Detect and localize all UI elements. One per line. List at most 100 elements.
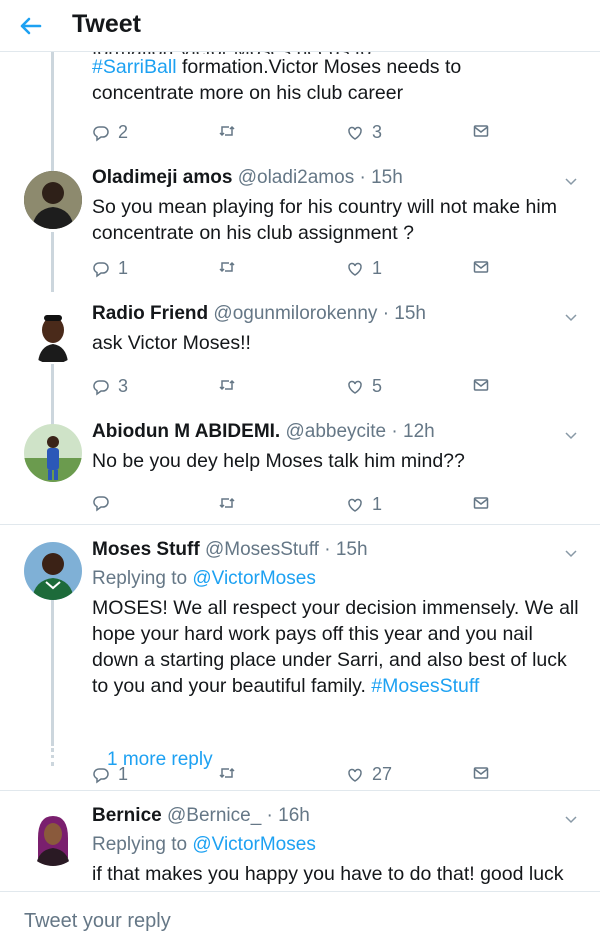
tweet-author[interactable]: Moses Stuff @MosesStuff · 15h: [92, 538, 580, 562]
retweet-icon: [219, 379, 235, 391]
reply-count: 2: [118, 122, 129, 142]
like-button[interactable]: 1: [346, 494, 382, 515]
retweet-button[interactable]: [218, 376, 236, 394]
author-name: Moses Stuff: [92, 539, 200, 560]
like-count: 1: [372, 494, 383, 514]
retweet-button[interactable]: [218, 122, 236, 140]
mention-link[interactable]: @VictorMoses: [192, 834, 315, 855]
like-count: 3: [372, 122, 383, 142]
avatar[interactable]: [24, 171, 82, 229]
reply-composer[interactable]: Tweet your reply: [0, 891, 600, 951]
reply-thread[interactable]: formation.Victor Moses needs to #SarriBa…: [0, 52, 600, 891]
back-arrow-icon[interactable]: [14, 10, 46, 42]
reply-icon: [93, 496, 109, 512]
tweet-time: · 15h: [359, 167, 403, 188]
message-icon: [473, 379, 489, 391]
tweet-text: No be you dey help Moses talk him mind??: [92, 450, 465, 472]
retweet-icon: [219, 125, 235, 137]
tweet-text: MOSES! We all respect your decision imme…: [92, 597, 579, 697]
tweet[interactable]: Moses Stuff @MosesStuff · 15h Replying t…: [0, 538, 600, 788]
author-handle: @abbeycite: [285, 421, 387, 442]
chevron-down-icon[interactable]: [564, 310, 578, 324]
author-name: Bernice: [92, 805, 162, 826]
mention-link[interactable]: @VictorMoses: [192, 568, 315, 589]
tweet-author[interactable]: Oladimeji amos @oladi2amos · 15h: [92, 166, 580, 190]
retweet-button[interactable]: [218, 258, 236, 276]
dm-button[interactable]: [472, 764, 490, 782]
reply-button[interactable]: [92, 494, 118, 512]
thread-divider: [0, 524, 600, 525]
chevron-down-icon[interactable]: [564, 812, 578, 826]
chevron-down-icon[interactable]: [564, 174, 578, 188]
tweet-time: · 15h: [382, 303, 426, 324]
like-icon: [348, 126, 362, 140]
tweet-author[interactable]: Radio Friend @ogunmilorokenny · 15h: [92, 302, 580, 326]
message-icon: [473, 261, 489, 273]
tweet[interactable]: Abiodun M ABIDEMI. @abbeycite · 12h No b…: [0, 420, 600, 524]
hashtag-link[interactable]: #SarriBall: [92, 56, 177, 78]
tweet[interactable]: Oladimeji amos @oladi2amos · 15h So you …: [0, 166, 600, 288]
author-handle: @Bernice_: [166, 805, 262, 826]
message-icon: [473, 125, 489, 137]
reply-icon: [93, 125, 109, 141]
replying-to: Replying to @VictorMoses: [92, 834, 316, 855]
reply-count: 3: [118, 376, 129, 396]
tweet[interactable]: Radio Friend @ogunmilorokenny · 15h ask …: [0, 302, 600, 412]
dm-button[interactable]: [472, 376, 490, 394]
author-name: Radio Friend: [92, 303, 209, 324]
tweet-actions: 3 5: [92, 376, 492, 400]
dm-button[interactable]: [472, 494, 490, 512]
like-icon: [348, 768, 362, 782]
thread-divider: [0, 790, 600, 791]
reply-button[interactable]: 1: [92, 258, 128, 279]
like-count: 5: [372, 376, 383, 396]
like-icon: [348, 380, 362, 394]
reply-button[interactable]: 2: [92, 122, 128, 143]
tweet-time: · 15h: [324, 539, 368, 560]
avatar[interactable]: [24, 808, 82, 866]
tweet-text: So you mean playing for his country will…: [92, 196, 557, 244]
show-more-replies-link[interactable]: 1 more reply: [107, 749, 213, 771]
tweet-author[interactable]: Bernice @Bernice_ · 16h: [92, 804, 580, 828]
reply-icon: [93, 379, 109, 395]
like-button[interactable]: 5: [346, 376, 382, 397]
like-count: 27: [372, 764, 393, 784]
replying-to: Replying to @VictorMoses: [92, 568, 316, 589]
dm-button[interactable]: [472, 258, 490, 276]
retweet-button[interactable]: [218, 764, 236, 782]
tweet-text: ask Victor Moses!!: [92, 332, 251, 354]
reply-icon: [93, 261, 109, 277]
reply-input[interactable]: Tweet your reply: [24, 910, 171, 933]
like-count: 1: [372, 258, 383, 278]
avatar[interactable]: [24, 542, 82, 600]
dm-button[interactable]: [472, 122, 490, 140]
hashtag-link[interactable]: #MosesStuff: [371, 675, 479, 697]
retweet-icon: [219, 767, 235, 779]
tweet-author[interactable]: Abiodun M ABIDEMI. @abbeycite · 12h: [92, 420, 580, 444]
like-icon: [348, 262, 362, 276]
like-button[interactable]: 3: [346, 122, 382, 143]
tweet-actions: 2 3: [92, 122, 492, 146]
tweet-actions: 1: [92, 494, 492, 518]
message-icon: [473, 497, 489, 509]
like-icon: [348, 498, 362, 512]
chevron-down-icon[interactable]: [564, 428, 578, 442]
avatar[interactable]: [24, 306, 82, 364]
tweet-text-line: concentrate more on his club career: [92, 82, 404, 104]
tweet-time: · 12h: [391, 421, 435, 442]
author-name: Abiodun M ABIDEMI.: [92, 421, 281, 442]
tweet-text-cutoff: formation.Victor Moses needs to: [92, 52, 580, 54]
chevron-down-icon[interactable]: [564, 546, 578, 560]
top-bar: Tweet: [0, 0, 600, 52]
tweet[interactable]: Bernice @Bernice_ · 16h Replying to @Vic…: [0, 804, 600, 891]
avatar[interactable]: [24, 424, 82, 482]
retweet-button[interactable]: [218, 494, 236, 512]
author-name: Oladimeji amos: [92, 167, 233, 188]
author-handle: @MosesStuff: [204, 539, 319, 560]
reply-count: 1: [118, 258, 129, 278]
tweet-actions: 1 1: [92, 258, 492, 282]
like-button[interactable]: 1: [346, 258, 382, 279]
like-button[interactable]: 27: [346, 764, 392, 785]
reply-button[interactable]: 3: [92, 376, 128, 397]
tweet-partial[interactable]: formation.Victor Moses needs to #SarriBa…: [0, 52, 600, 162]
